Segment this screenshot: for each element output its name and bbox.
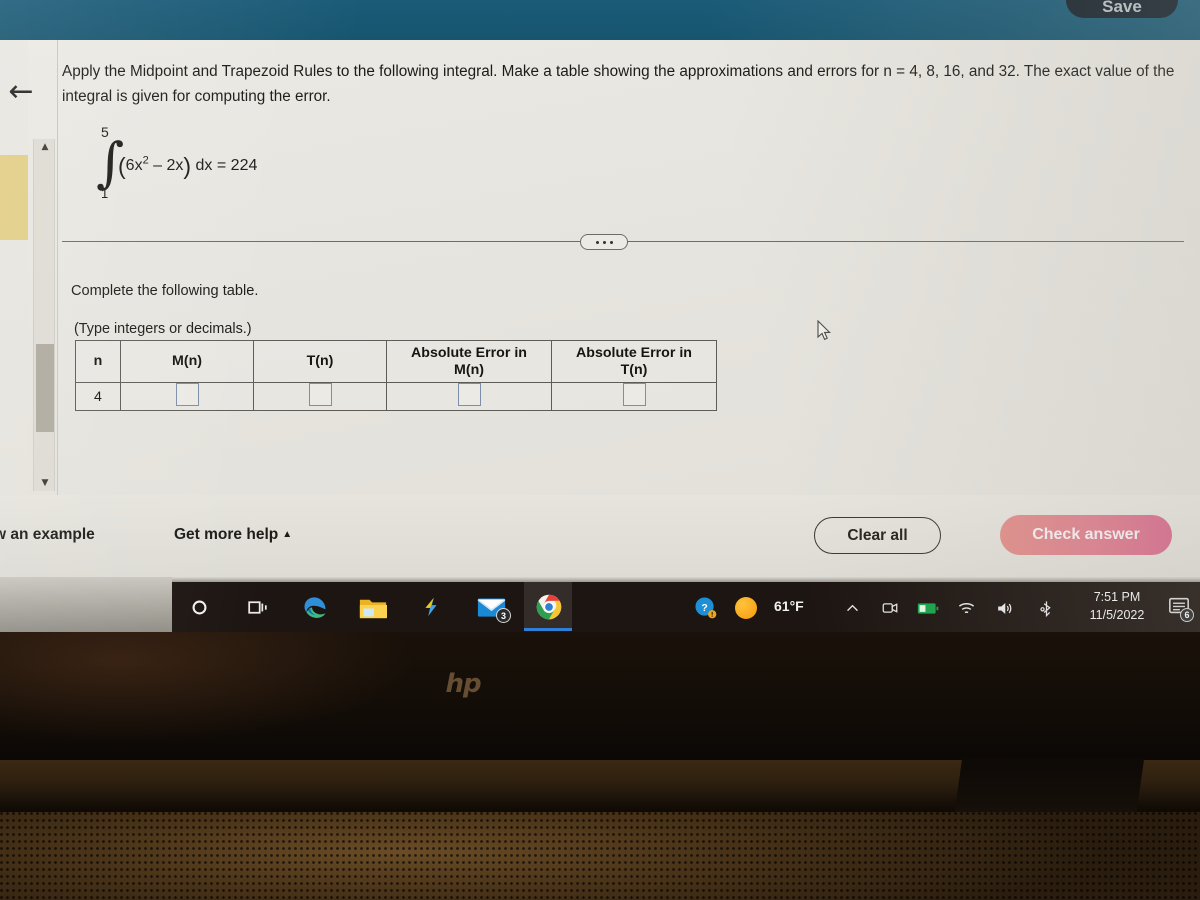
- integrand-prefix: 6x: [125, 157, 143, 174]
- mouse-cursor-icon: [817, 320, 831, 341]
- windows-taskbar: [0, 580, 1200, 632]
- cell-abs-error-tn[interactable]: [551, 382, 717, 411]
- back-arrow-icon[interactable]: ←: [4, 76, 38, 108]
- clock-time: 7:51 PM: [1093, 590, 1141, 604]
- monitor-stand: [953, 757, 1145, 819]
- hp-logo: hp: [445, 669, 481, 699]
- integral-body: (6x2 – 2x) dx = 224: [118, 153, 258, 179]
- integral-differential: dx = 224: [195, 157, 258, 174]
- screen-area: Save ← ▲ ▼ Apply the Midpoint and Trapez…: [0, 0, 1200, 632]
- chevron-up-icon[interactable]: [840, 596, 864, 620]
- show-example-link[interactable]: w an example: [0, 526, 95, 544]
- integrand-suffix: – 2x: [153, 157, 184, 174]
- answer-input-mn[interactable]: [175, 383, 199, 406]
- get-more-help-button[interactable]: Get more help ▲: [174, 526, 292, 544]
- column-header-abs-error-mn: Absolute Error in M(n): [386, 340, 552, 383]
- panel-divider: [57, 40, 58, 495]
- answer-input-abs-error-tn[interactable]: [622, 383, 646, 406]
- header-line-2: T(n): [620, 361, 648, 378]
- type-format-note: (Type integers or decimals.): [74, 321, 252, 337]
- chrome-browser-icon[interactable]: [534, 592, 564, 622]
- table-row: 4: [75, 382, 717, 411]
- cell-tn[interactable]: [253, 382, 387, 411]
- app-header-bar: Save: [0, 0, 1200, 40]
- monitor-bezel: [0, 630, 1200, 768]
- header-line-2: M(n): [454, 361, 484, 378]
- search-icon[interactable]: [186, 594, 212, 620]
- problem-statement: Apply the Midpoint and Trapezoid Rules t…: [62, 63, 1175, 105]
- mail-unread-badge: 3: [496, 608, 511, 623]
- taskbar-active-indicator: [524, 628, 572, 631]
- ellipsis-dot: [609, 240, 613, 244]
- meet-now-icon[interactable]: [878, 596, 902, 620]
- highlighted-tab-marker[interactable]: [0, 155, 28, 240]
- volume-icon[interactable]: [992, 596, 1016, 620]
- bluetooth-icon[interactable]: [1034, 596, 1058, 620]
- taskbar-left-reflection: [0, 577, 172, 632]
- check-answer-button[interactable]: Check answer: [1000, 515, 1172, 555]
- notification-center-icon[interactable]: 6: [1168, 595, 1194, 622]
- more-options-ellipsis-button[interactable]: [580, 234, 628, 250]
- header-line-1: Absolute Error in: [576, 344, 692, 361]
- screenshot-root: hp Save ← ▲ ▼ Apply the Midpoint and Tra…: [0, 0, 1200, 900]
- clock-date: 11/5/2022: [1089, 608, 1145, 622]
- ellipsis-dot: [602, 240, 606, 244]
- column-header-abs-error-tn: Absolute Error in T(n): [551, 340, 717, 383]
- mail-icon[interactable]: 3: [476, 594, 511, 623]
- answer-input-tn[interactable]: [308, 383, 332, 406]
- edge-browser-icon[interactable]: [300, 592, 330, 622]
- notification-count-badge: 6: [1180, 608, 1194, 622]
- column-header-tn: T(n): [253, 340, 387, 383]
- complete-table-prompt: Complete the following table.: [71, 283, 259, 299]
- integral-lower-limit: 1: [101, 186, 109, 201]
- sun-icon[interactable]: [735, 597, 757, 619]
- header-line-1: Absolute Error in: [411, 344, 527, 361]
- clear-all-button[interactable]: Clear all: [814, 517, 941, 554]
- taskbar-clock[interactable]: 7:51 PM 11/5/2022: [1076, 588, 1158, 624]
- svg-text:?: ?: [701, 601, 707, 613]
- weather-temperature[interactable]: 61°F: [774, 598, 804, 614]
- speaker-grille: [0, 812, 1200, 900]
- cell-abs-error-mn[interactable]: [386, 382, 552, 411]
- integrand-exponent: 2: [142, 154, 149, 167]
- taskbar-top-edge: [0, 577, 1200, 582]
- file-explorer-icon[interactable]: [358, 594, 388, 622]
- save-button[interactable]: Save: [1066, 0, 1178, 18]
- approximation-table: n M(n) T(n) Absolute Error in M(n) Absol…: [75, 340, 717, 411]
- battery-icon[interactable]: [916, 596, 940, 620]
- wifi-icon[interactable]: [954, 596, 978, 620]
- help-warning-icon[interactable]: ?: [692, 594, 718, 620]
- task-view-icon[interactable]: [244, 594, 270, 620]
- scroll-up-arrow-icon[interactable]: ▲: [34, 139, 56, 155]
- answer-input-abs-error-mn[interactable]: [457, 383, 481, 406]
- table-header-row: n M(n) T(n) Absolute Error in M(n) Absol…: [75, 340, 717, 383]
- vertical-scrollbar[interactable]: ▲ ▼: [33, 139, 55, 491]
- scrollbar-thumb[interactable]: [36, 344, 54, 432]
- scroll-down-arrow-icon[interactable]: ▼: [34, 475, 56, 491]
- lightning-app-icon[interactable]: [418, 594, 444, 620]
- cell-n-value: 4: [75, 382, 121, 411]
- ellipsis-dot: [595, 240, 599, 244]
- column-header-n: n: [75, 340, 121, 383]
- get-more-help-label: Get more help: [174, 526, 279, 543]
- column-header-mn: M(n): [120, 340, 254, 383]
- chevron-up-icon: ▲: [282, 529, 293, 540]
- cell-mn[interactable]: [120, 382, 254, 411]
